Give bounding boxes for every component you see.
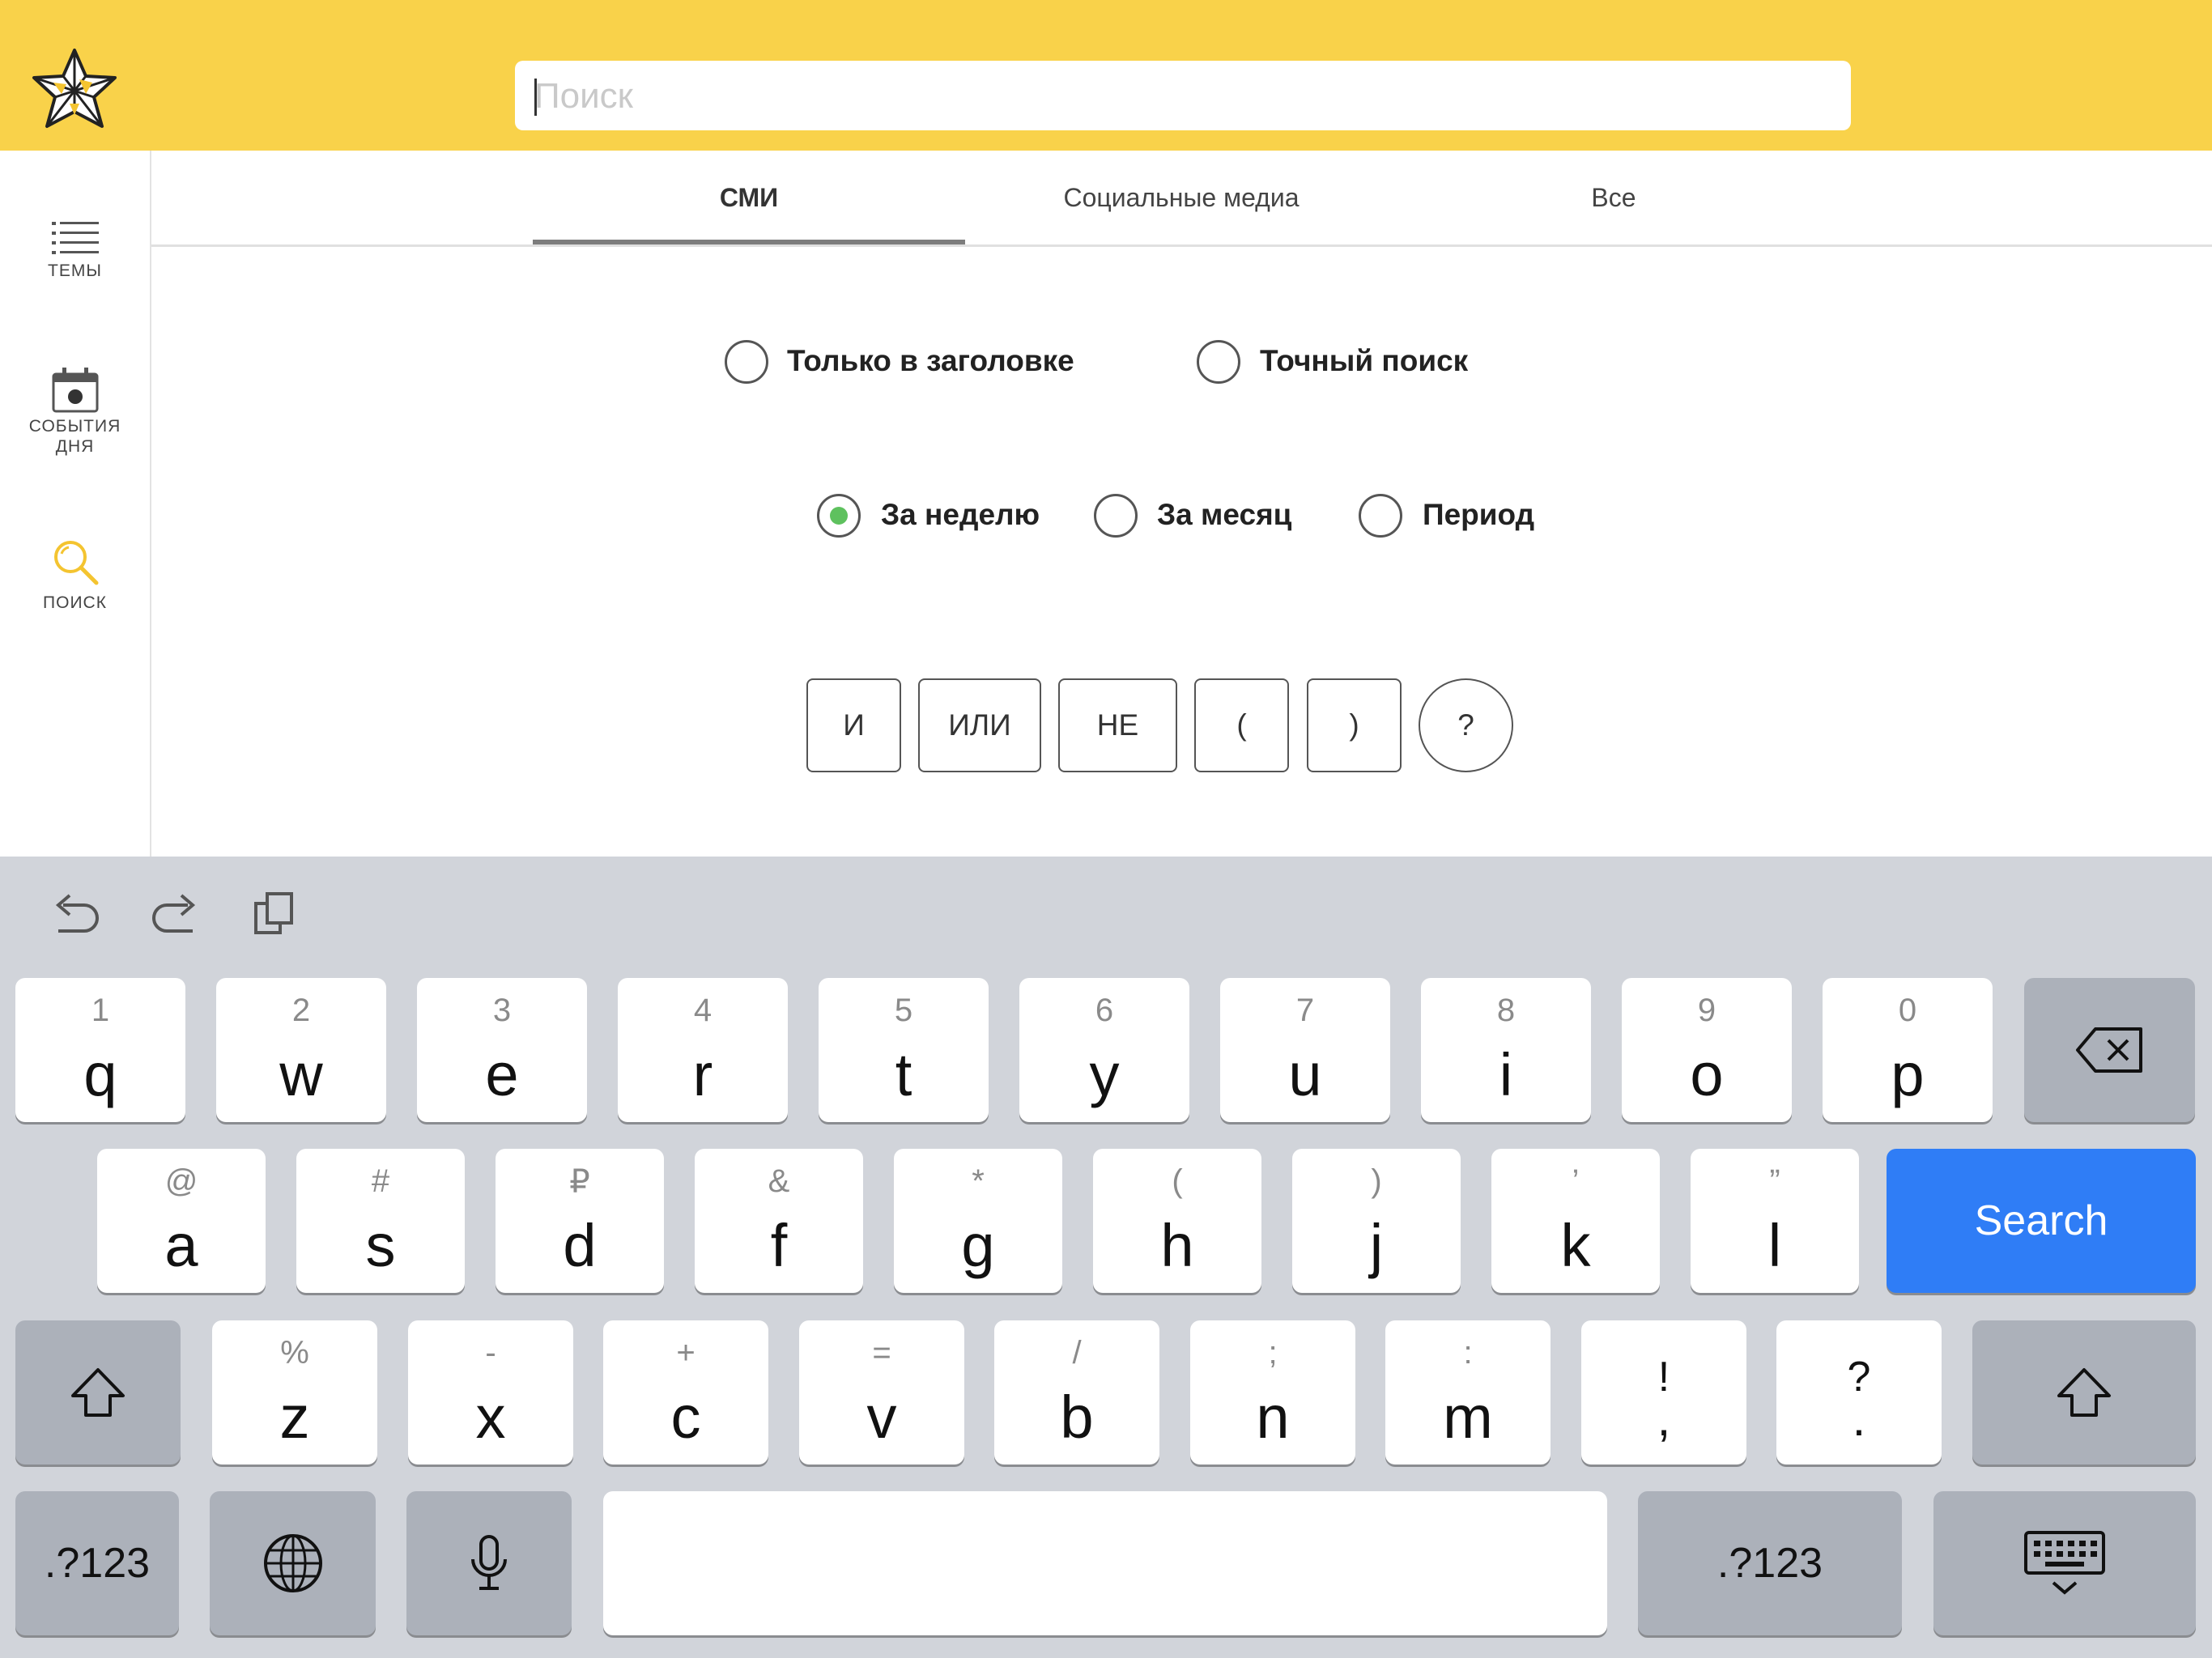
redo-icon[interactable] (151, 891, 199, 940)
option-label-title-only: Только в заголовке (787, 344, 1074, 377)
key-a[interactable]: @ a (97, 1149, 266, 1293)
globe-key[interactable] (210, 1491, 376, 1635)
open-paren-button[interactable]: ( (1194, 678, 1289, 772)
key-period[interactable]: ?. (1776, 1320, 1942, 1465)
text-caret (534, 79, 537, 116)
key-z[interactable]: % z (212, 1320, 377, 1465)
key-n[interactable]: ; n (1190, 1320, 1355, 1465)
key-e[interactable]: 3e (417, 978, 587, 1122)
active-tab-indicator (533, 240, 965, 244)
key-x[interactable]: -x (408, 1320, 573, 1465)
option-label-period: Период (1423, 498, 1535, 531)
space-key[interactable] (603, 1491, 1607, 1635)
key-r[interactable]: 4r (618, 978, 788, 1122)
key-s[interactable]: # s (296, 1149, 465, 1293)
radio-week[interactable] (817, 494, 861, 538)
radio-selected-dot (830, 507, 848, 525)
operator-and-button[interactable]: И (806, 678, 901, 772)
calendar-icon (52, 368, 98, 413)
key-u[interactable]: 7u (1220, 978, 1390, 1122)
key-j[interactable]: ) j (1292, 1149, 1461, 1293)
tab-all[interactable]: Все (1397, 151, 1830, 244)
shift-icon (71, 1368, 125, 1417)
key-i[interactable]: 8i (1421, 978, 1591, 1122)
radio-month[interactable] (1094, 494, 1138, 538)
sidebar: ТЕМЫ СОБЫТИЯ ДНЯ ПОИСК (0, 151, 151, 857)
shift-key-right[interactable] (1972, 1320, 2196, 1465)
folded-star-logo-icon[interactable] (29, 47, 120, 138)
key-w[interactable]: 2w (216, 978, 386, 1122)
search-input[interactable] (533, 61, 1831, 132)
close-paren-button[interactable]: ) (1307, 678, 1402, 772)
sidebar-item-search[interactable]: ПОИСК (0, 538, 150, 613)
tab-smi[interactable]: СМИ (533, 151, 965, 244)
key-t[interactable]: 5t (819, 978, 989, 1122)
list-icon (51, 222, 99, 254)
numbers-key-left[interactable]: .?123 (15, 1491, 179, 1635)
option-label-week: За неделю (881, 498, 1040, 531)
radio-title-only[interactable] (725, 340, 768, 384)
backspace-icon (2075, 1027, 2142, 1073)
radio-exact-search[interactable] (1197, 340, 1240, 384)
globe-icon (263, 1534, 322, 1592)
key-h[interactable]: (h (1093, 1149, 1261, 1293)
undo-icon[interactable] (52, 891, 100, 940)
sidebar-item-label: ТЕМЫ (48, 261, 102, 280)
key-y[interactable]: 6y (1019, 978, 1189, 1122)
search-field[interactable] (515, 61, 1851, 132)
key-l[interactable]: ” l (1691, 1149, 1859, 1293)
key-g[interactable]: * g (894, 1149, 1062, 1293)
key-m[interactable]: :m (1385, 1320, 1551, 1465)
option-label-month: За месяц (1157, 498, 1292, 531)
radio-period[interactable] (1359, 494, 1402, 538)
key-q[interactable]: 1q (15, 978, 185, 1122)
shift-icon (2057, 1368, 2111, 1417)
search-icon (53, 541, 98, 585)
key-o[interactable]: 9o (1622, 978, 1792, 1122)
microphone-key[interactable] (406, 1491, 572, 1635)
search-key[interactable]: Search (1887, 1149, 2196, 1293)
key-c[interactable]: + c (603, 1320, 768, 1465)
key-b[interactable]: / b (994, 1320, 1159, 1465)
source-tabs: СМИ Социальные медиа Все (151, 151, 2212, 247)
sidebar-item-events[interactable]: СОБЫТИЯ ДНЯ (0, 368, 150, 457)
operator-or-button[interactable]: ИЛИ (918, 678, 1041, 772)
microphone-icon (471, 1535, 507, 1590)
shift-key-left[interactable] (15, 1320, 181, 1465)
keyboard-dismiss-icon (2024, 1531, 2105, 1595)
backspace-key[interactable] (2024, 978, 2195, 1122)
sidebar-item-label: СОБЫТИЯ (28, 417, 121, 436)
key-k[interactable]: ’ k (1491, 1149, 1660, 1293)
dismiss-keyboard-key[interactable] (1933, 1491, 2196, 1635)
key-p[interactable]: 0p (1823, 978, 1993, 1122)
key-comma[interactable]: !, (1581, 1320, 1746, 1465)
sidebar-item-label: ПОИСК (43, 593, 107, 612)
clipboard-icon[interactable] (254, 891, 298, 940)
operator-not-button[interactable]: НЕ (1058, 678, 1177, 772)
key-v[interactable]: = v (799, 1320, 964, 1465)
header-bar (0, 0, 2212, 151)
sidebar-item-topics[interactable]: ТЕМЫ (0, 220, 150, 281)
key-d[interactable]: ₽ d (496, 1149, 664, 1293)
tab-social-media[interactable]: Социальные медиа (965, 151, 1397, 244)
key-f[interactable]: & f (695, 1149, 863, 1293)
help-button[interactable]: ? (1419, 678, 1513, 772)
option-label-exact-search: Точный поиск (1260, 344, 1469, 377)
sidebar-item-label: ДНЯ (55, 437, 95, 456)
numbers-key-right[interactable]: .?123 (1638, 1491, 1902, 1635)
